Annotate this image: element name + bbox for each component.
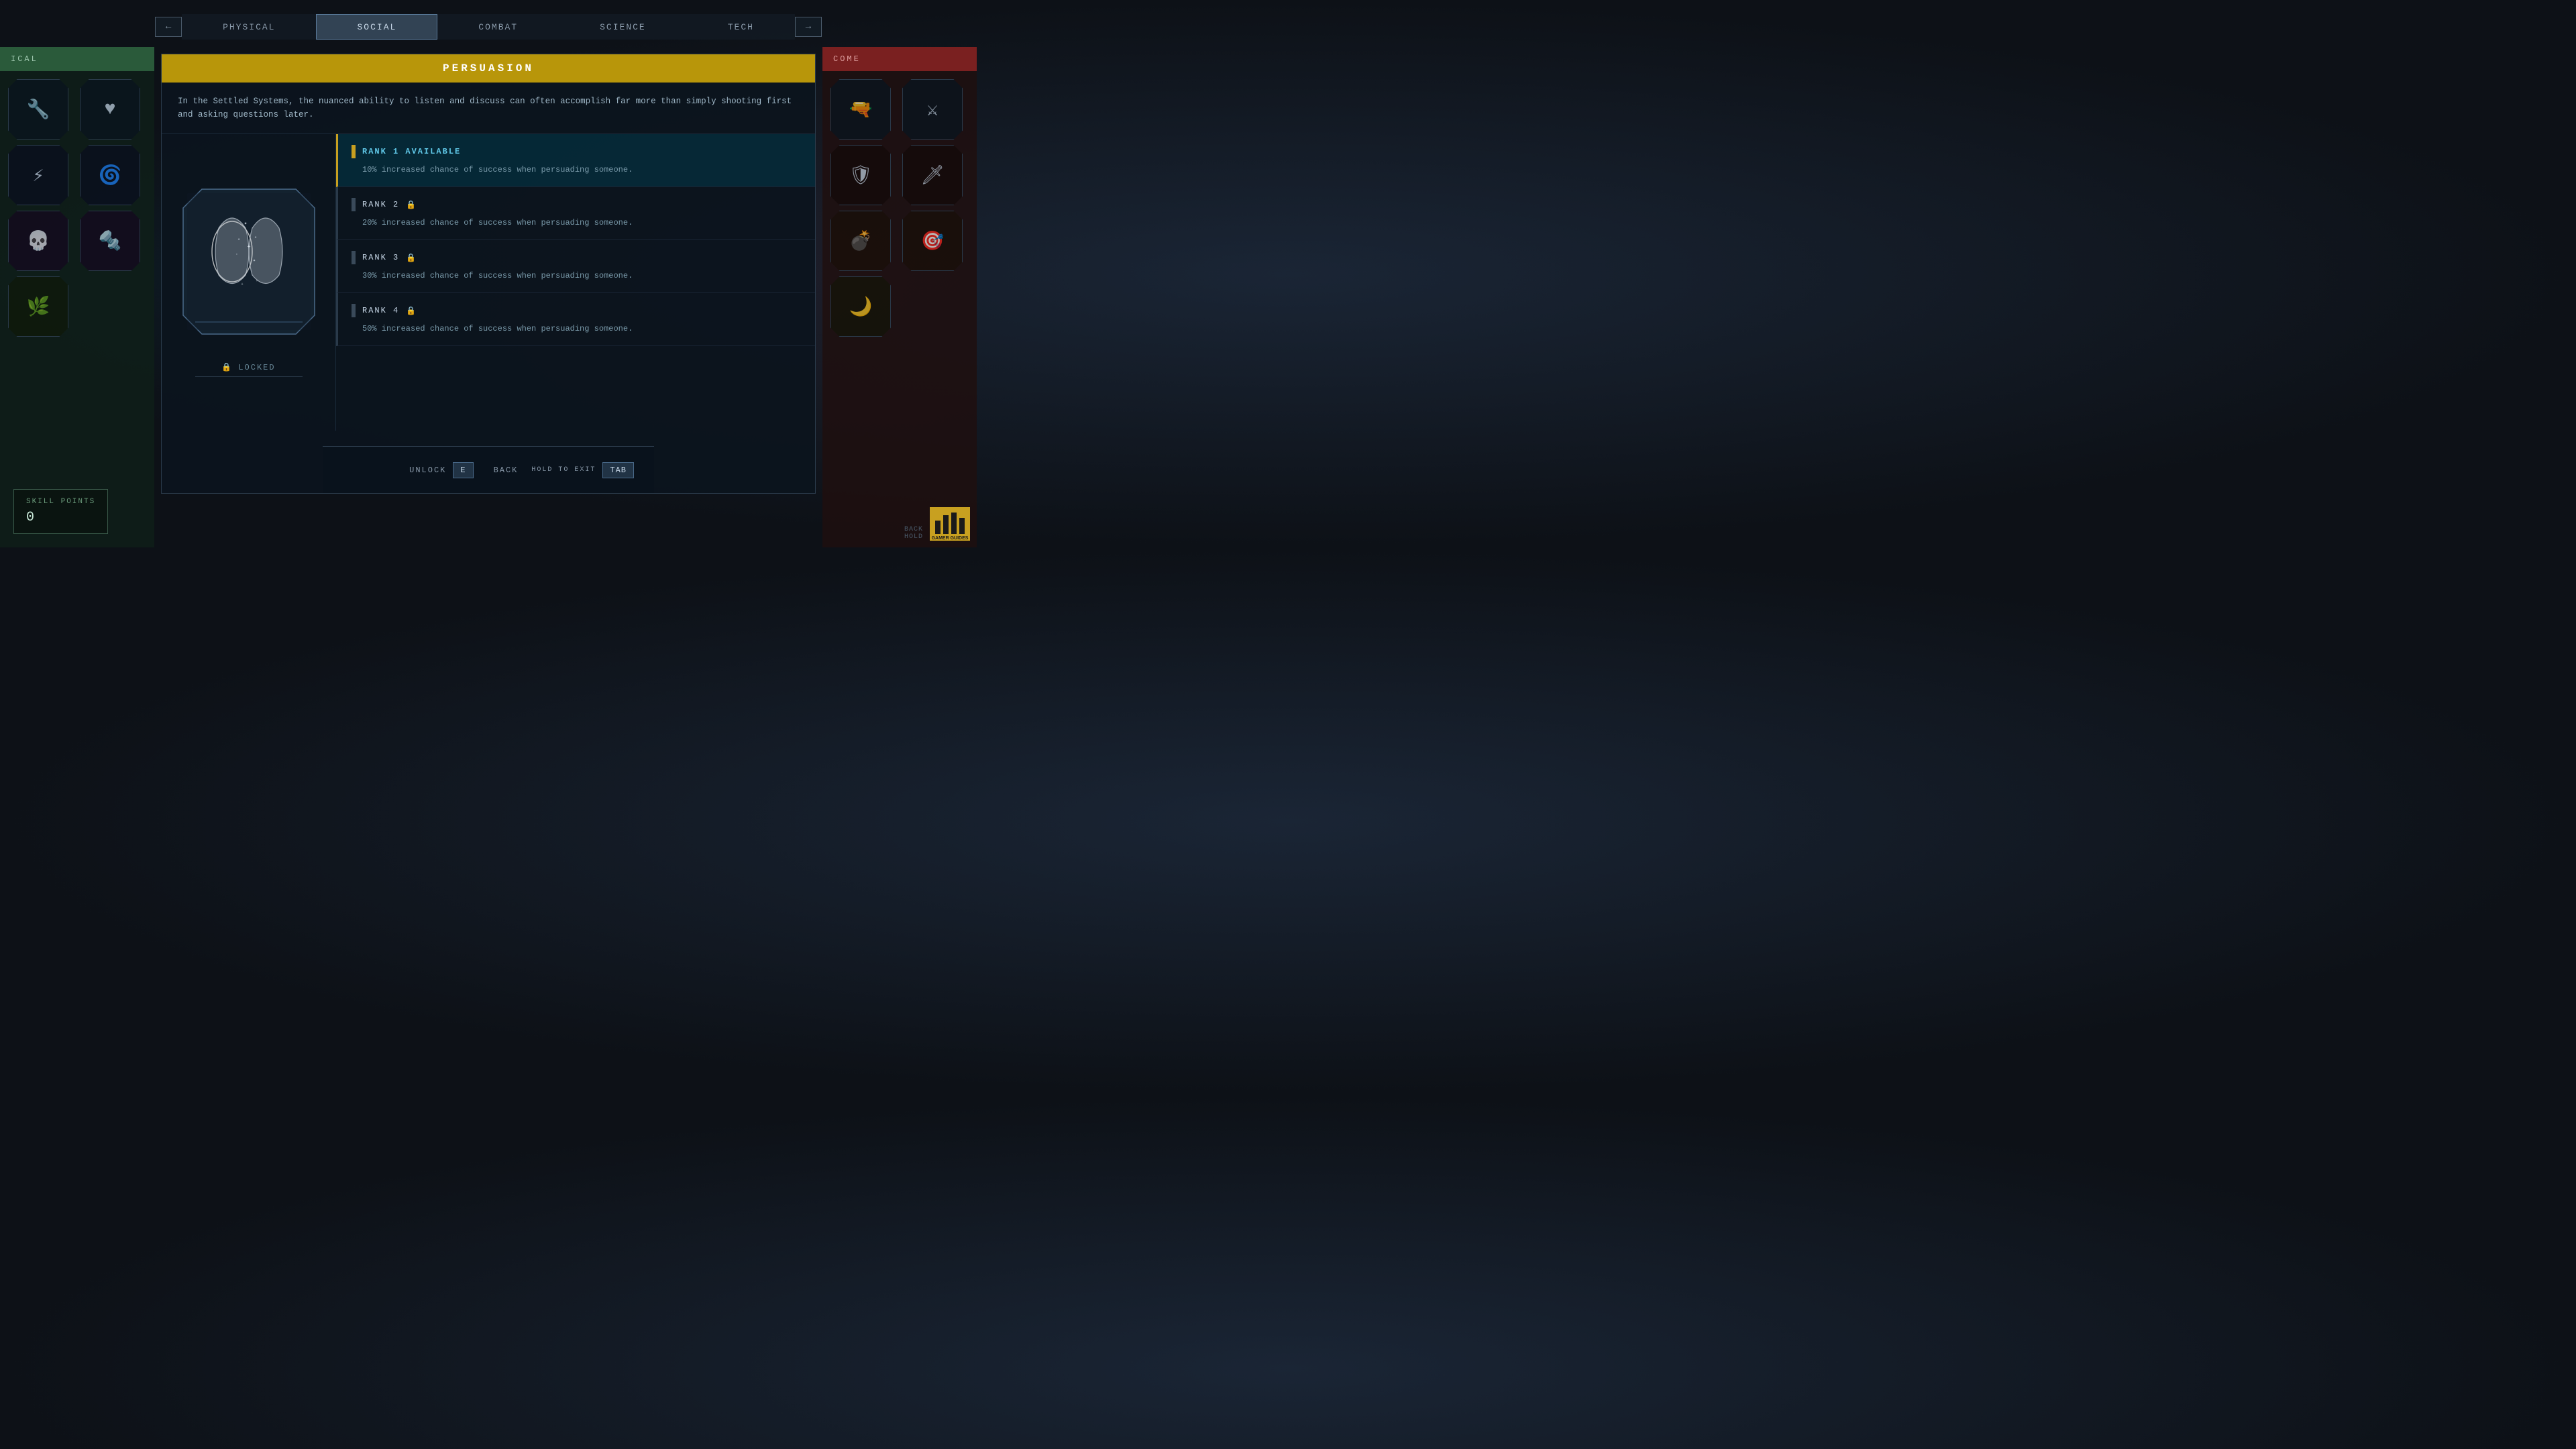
rank-1-label: RANK 1 AVAILABLE <box>362 147 461 156</box>
ranks-area: RANK 1 AVAILABLE 10% increased chance of… <box>336 134 815 431</box>
tab-tech[interactable]: TECH <box>687 14 795 40</box>
svg-text:GAMER GUIDES: GAMER GUIDES <box>932 536 969 541</box>
rank-3-label: RANK 3 <box>362 253 399 262</box>
watermark-logo: GAMER GUIDES <box>930 507 970 541</box>
unlock-action[interactable]: UNLOCK E <box>409 462 473 478</box>
sidebar-left-grid: 🔧 ♥ ⚡ 🌀 💀 🔩 🌿 <box>0 71 154 345</box>
skill-points-label: SKILL POINTS <box>26 498 95 506</box>
svg-text:✦: ✦ <box>244 221 247 227</box>
rank-3-description: 30% increased chance of success when per… <box>352 270 802 282</box>
main-panel: PERSUASION In the Settled Systems, the n… <box>161 54 816 494</box>
rank-3-header: RANK 3 🔒 <box>352 251 802 264</box>
rank-1-description: 10% increased chance of success when per… <box>352 164 802 176</box>
rank-2-description: 20% increased chance of success when per… <box>352 217 802 229</box>
skill-image-area: ✦ ✦ ✦ ✦ ✦ ✦ ✦ + + <box>162 134 336 431</box>
rank-4-header: RANK 4 🔒 <box>352 304 802 317</box>
nav-tabs: ← PHYSICAL SOCIAL COMBAT SCIENCE TECH → <box>0 0 977 54</box>
tab-physical[interactable]: PHYSICAL <box>182 14 316 40</box>
back-action[interactable]: BACK HOLD TO EXIT TAB <box>494 462 634 478</box>
list-item[interactable]: 🔫 <box>830 79 891 140</box>
svg-text:✦: ✦ <box>237 237 240 241</box>
hold-exit-label: HOLD TO EXIT <box>531 466 596 474</box>
skill-points-box: SKILL POINTS 0 <box>13 489 108 534</box>
rank-4-lock-icon: 🔒 <box>406 306 416 316</box>
rank-2-indicator <box>352 198 356 211</box>
badge-svg: ✦ ✦ ✦ ✦ ✦ ✦ ✦ + + <box>182 188 316 335</box>
rank-4-label: RANK 4 <box>362 306 399 315</box>
list-item[interactable]: ⚡ <box>8 145 68 205</box>
unlock-key[interactable]: E <box>453 462 473 478</box>
rank-4-description: 50% increased chance of success when per… <box>352 323 802 335</box>
list-item[interactable]: 💣 <box>830 211 891 271</box>
nav-prev-button[interactable]: ← <box>155 17 182 37</box>
sidebar-right-header: COME <box>822 47 977 71</box>
skill-content: ✦ ✦ ✦ ✦ ✦ ✦ ✦ + + <box>162 134 815 431</box>
list-item[interactable]: ⚔ <box>902 79 963 140</box>
list-item[interactable]: 🛡 <box>830 145 891 205</box>
list-item[interactable]: 🔧 <box>8 79 68 140</box>
watermark: BACK HOLD GAMER GUIDES <box>904 507 970 541</box>
list-item[interactable]: 💀 <box>8 211 68 271</box>
locked-status: 🔒 LOCKED <box>221 362 275 372</box>
rank-2-lock-icon: 🔒 <box>406 200 416 210</box>
rank-2-label: RANK 2 <box>362 200 399 209</box>
svg-text:✦: ✦ <box>246 244 250 251</box>
rank-1-item[interactable]: RANK 1 AVAILABLE 10% increased chance of… <box>336 134 815 187</box>
rank-1-header: RANK 1 AVAILABLE <box>352 145 802 158</box>
sidebar-right-grid: 🔫 ⚔ 🛡 🗡 💣 🎯 🌙 <box>822 71 977 345</box>
skill-description: In the Settled Systems, the nuanced abil… <box>162 83 815 134</box>
rank-2-item[interactable]: RANK 2 🔒 20% increased chance of success… <box>336 187 815 240</box>
progress-bar-divider <box>195 376 303 377</box>
rank-3-indicator <box>352 251 356 264</box>
list-item[interactable]: 🌿 <box>8 276 68 337</box>
skill-title: PERSUASION <box>162 54 815 83</box>
sidebar-right: COME 🔫 ⚔ 🛡 🗡 💣 🎯 🌙 <box>822 47 977 547</box>
svg-text:✦: ✦ <box>244 272 246 276</box>
list-item[interactable]: 🗡 <box>902 145 963 205</box>
tab-science[interactable]: SCIENCE <box>559 14 687 40</box>
nav-next-button[interactable]: → <box>795 17 822 37</box>
rank-3-lock-icon: 🔒 <box>406 253 416 263</box>
list-item[interactable]: 🎯 <box>902 211 963 271</box>
rank-2-header: RANK 2 🔒 <box>352 198 802 211</box>
sidebar-left-header: ICAL <box>0 47 154 71</box>
unlock-label: UNLOCK <box>409 466 446 475</box>
svg-text:+: + <box>241 282 243 286</box>
watermark-text: BACK HOLD <box>904 526 923 541</box>
rank-3-item[interactable]: RANK 3 🔒 30% increased chance of success… <box>336 240 815 293</box>
back-label: BACK <box>494 466 519 475</box>
rank-4-indicator <box>352 304 356 317</box>
list-item[interactable]: 🌙 <box>830 276 891 337</box>
list-item[interactable]: 🌀 <box>80 145 140 205</box>
skill-points-value: 0 <box>26 510 95 525</box>
tab-social[interactable]: SOCIAL <box>316 14 437 40</box>
skill-badge: ✦ ✦ ✦ ✦ ✦ ✦ ✦ + + <box>182 188 316 335</box>
svg-text:✦: ✦ <box>254 235 257 239</box>
list-item[interactable]: ♥ <box>80 79 140 140</box>
rank-1-indicator <box>352 145 356 158</box>
back-key[interactable]: TAB <box>602 462 634 478</box>
tab-combat[interactable]: COMBAT <box>437 14 559 40</box>
bottom-action-bar: UNLOCK E BACK HOLD TO EXIT TAB <box>323 446 654 493</box>
list-item[interactable]: 🔩 <box>80 211 140 271</box>
rank-4-item[interactable]: RANK 4 🔒 50% increased chance of success… <box>336 293 815 346</box>
sidebar-left: ICAL 🔧 ♥ ⚡ 🌀 💀 🔩 <box>0 47 154 547</box>
